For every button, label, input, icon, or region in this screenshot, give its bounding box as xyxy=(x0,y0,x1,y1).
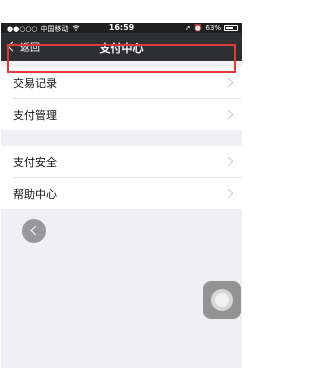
chevron-right-icon xyxy=(223,188,234,199)
app-screen: ●●○○○ 中国移动 16:59 ➚ ⏰ 63% 返回 支付中心 交易记录 支付… xyxy=(1,23,242,368)
list-item-label: 支付安全 xyxy=(13,155,57,169)
highlight-box xyxy=(7,44,236,73)
list-item-label: 支付管理 xyxy=(13,108,57,122)
status-right: ➚ ⏰ 63% xyxy=(185,24,238,32)
status-bar: ●●○○○ 中国移动 16:59 ➚ ⏰ 63% xyxy=(1,23,242,33)
chevron-left-icon xyxy=(30,225,41,236)
assistive-touch-center xyxy=(215,293,229,307)
chevron-right-icon xyxy=(223,109,234,120)
battery-icon xyxy=(224,25,238,31)
list-group-2: 支付安全 帮助中心 xyxy=(1,146,242,209)
chevron-right-icon xyxy=(223,77,234,88)
list-item-payment-management[interactable]: 支付管理 xyxy=(1,99,242,130)
list-group-1: 交易记录 支付管理 xyxy=(1,67,242,130)
list-item-label: 帮助中心 xyxy=(13,187,57,201)
list-item-help-center[interactable]: 帮助中心 xyxy=(1,178,242,209)
list-item-payment-security[interactable]: 支付安全 xyxy=(1,146,242,177)
alarm-icon: ⏰ xyxy=(193,24,203,32)
assistive-touch-button[interactable] xyxy=(203,281,241,319)
phone-frame: ●●○○○ 中国移动 16:59 ➚ ⏰ 63% 返回 支付中心 交易记录 支付… xyxy=(0,0,245,388)
list-item-label: 交易记录 xyxy=(13,76,57,90)
floating-back-button[interactable] xyxy=(22,219,46,243)
location-icon: ➚ xyxy=(184,24,191,32)
chevron-right-icon xyxy=(223,156,234,167)
battery-percent: 63% xyxy=(205,24,221,32)
